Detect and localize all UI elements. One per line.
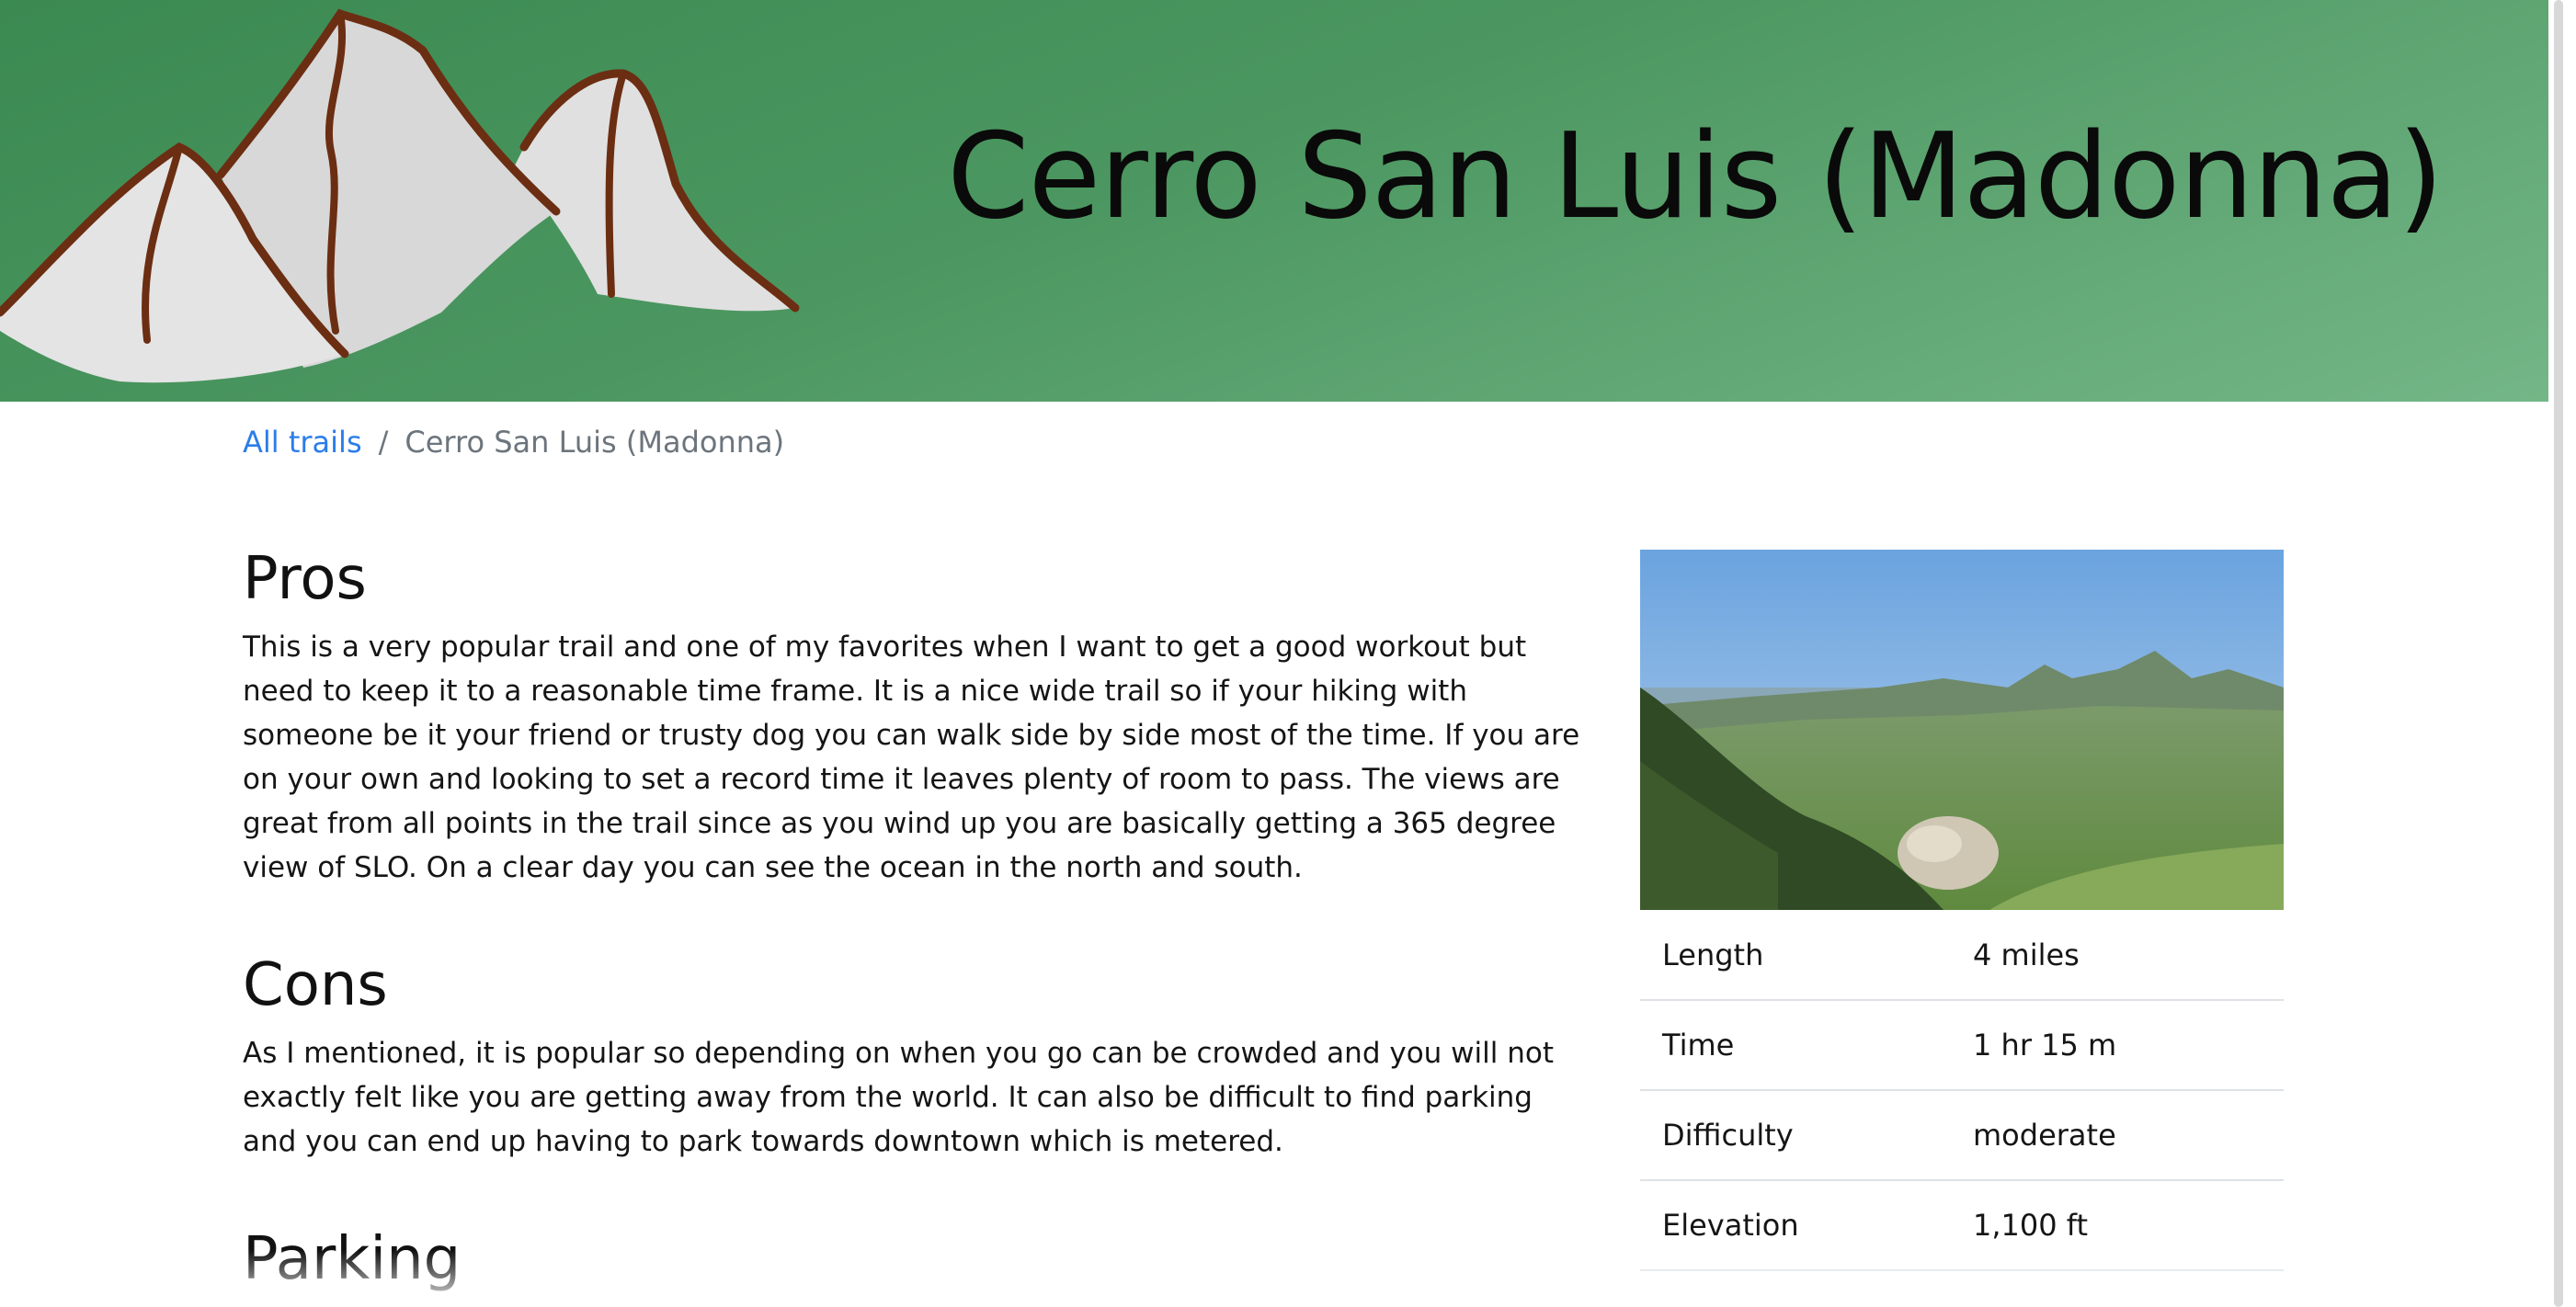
- info-label: Length: [1640, 910, 1973, 1001]
- section-text: This is a very popular trail and one of …: [243, 631, 1580, 884]
- section-heading: Parking: [243, 1225, 462, 1293]
- info-label: Time: [1640, 1000, 1973, 1091]
- mountains-icon: [0, 8, 800, 383]
- breadcrumb: All trails / Cerro San Luis (Madonna): [243, 425, 784, 460]
- section-heading: Cons: [243, 951, 388, 1019]
- info-value: 1 hr 15 m: [1973, 1000, 2284, 1091]
- table-row: Difficulty moderate: [1640, 1090, 2284, 1181]
- breadcrumb-separator: /: [378, 425, 389, 460]
- page-title: Cerro San Luis (Madonna): [947, 108, 2444, 245]
- pros-section: Pros This is a very popular trail and on…: [243, 542, 1585, 890]
- info-value: moderate: [1973, 1090, 2284, 1181]
- table-row: Length 4 miles: [1640, 910, 2284, 1001]
- trail-photo: [1640, 550, 2284, 910]
- table-row: Time 1 hr 15 m: [1640, 1000, 2284, 1091]
- section-text: As I mentioned, it is popular so dependi…: [243, 1037, 1554, 1158]
- cons-section: Cons As I mentioned, it is popular so de…: [243, 949, 1585, 1164]
- section-heading: Pros: [243, 545, 367, 613]
- breadcrumb-current: Cerro San Luis (Madonna): [405, 425, 785, 460]
- info-value: 4 miles: [1973, 910, 2284, 1001]
- trail-description: Pros This is a very popular trail and on…: [243, 542, 1585, 1305]
- info-label: Difficulty: [1640, 1090, 1973, 1181]
- info-value: 1,100 ft: [1973, 1180, 2284, 1271]
- table-row: Elevation 1,100 ft: [1640, 1180, 2284, 1271]
- info-label: Elevation: [1640, 1180, 1973, 1271]
- parking-section: Parking: [243, 1222, 1585, 1296]
- scrollbar-thumb[interactable]: [2554, 0, 2563, 1307]
- site-header: Cerro San Luis (Madonna): [0, 0, 2548, 402]
- trail-info-panel: Length 4 miles Time 1 hr 15 m Difficulty…: [1640, 550, 2284, 1271]
- breadcrumb-all-trails-link[interactable]: All trails: [243, 425, 362, 460]
- trail-info-table: Length 4 miles Time 1 hr 15 m Difficulty…: [1640, 910, 2284, 1271]
